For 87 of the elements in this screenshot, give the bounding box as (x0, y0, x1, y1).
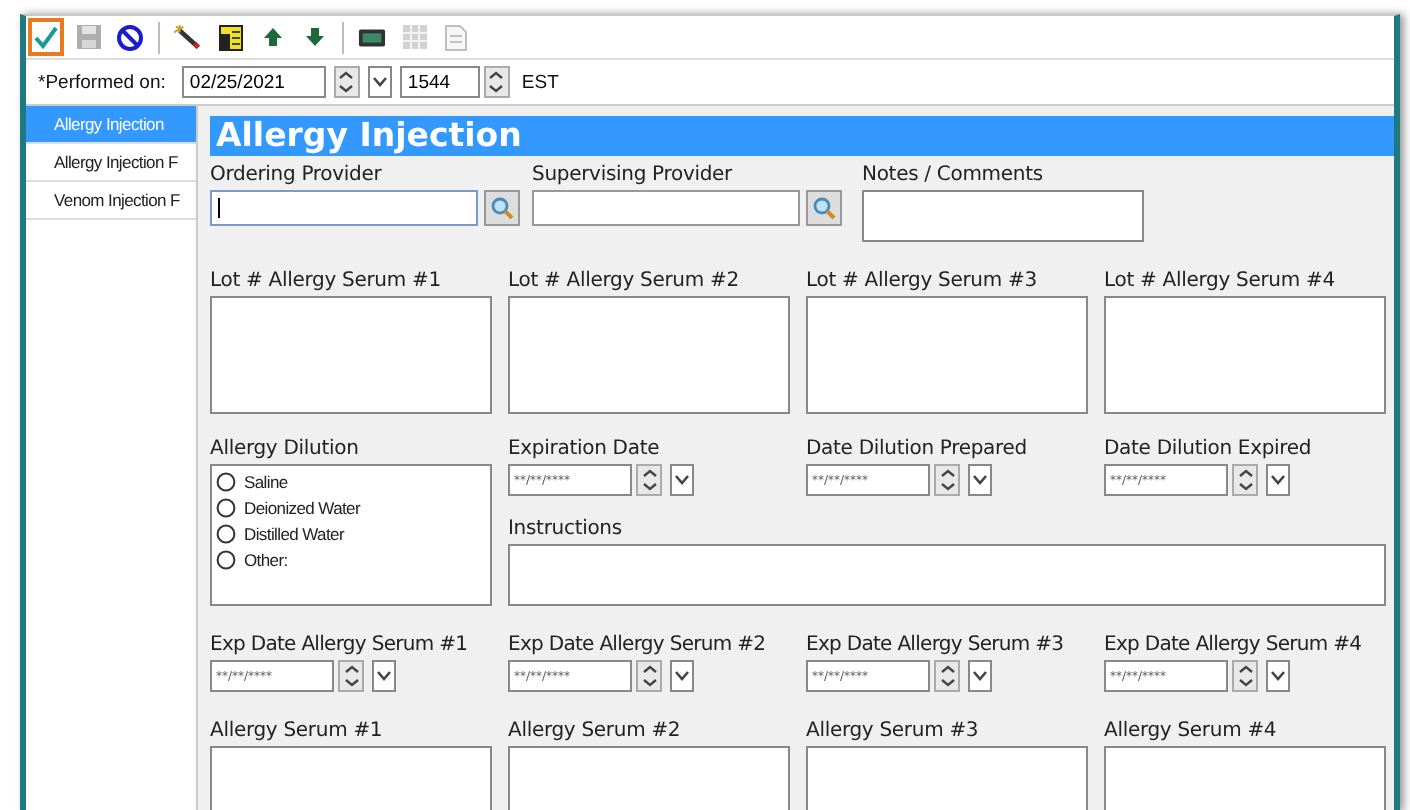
chevron-down-icon (376, 670, 392, 682)
spin-button[interactable] (333, 66, 360, 98)
text-area[interactable] (806, 296, 1088, 414)
form-title: Allergy Injection (210, 116, 1394, 156)
chevron-down-icon (1270, 474, 1286, 486)
dropdown-button[interactable] (968, 464, 992, 496)
chevron-down-icon (371, 76, 388, 88)
spin-button[interactable] (934, 660, 960, 692)
field-label: Allergy Dilution (210, 438, 361, 460)
chevron-down-icon (674, 474, 690, 486)
date-field[interactable]: 02/25/2021 (181, 66, 326, 98)
radio-option[interactable]: Other: (216, 546, 486, 572)
search-button[interactable] (806, 190, 842, 226)
provider-field[interactable] (210, 190, 478, 226)
field-label: Notes / Comments (862, 164, 1045, 186)
sidebar-item[interactable]: Venom Injection F (26, 182, 196, 220)
spin-button[interactable] (1232, 660, 1258, 692)
search-icon (812, 196, 836, 220)
field-label: Allergy Serum #3 (806, 720, 981, 742)
chevron-down-icon (674, 670, 690, 682)
spin-button[interactable] (1232, 464, 1258, 496)
spin-button[interactable] (636, 660, 662, 692)
spin-button[interactable] (934, 464, 960, 496)
field-label: Date Dilution Expired (1104, 438, 1314, 460)
text-area[interactable] (210, 296, 492, 414)
keypad-icon (358, 25, 386, 49)
text-area[interactable] (508, 296, 790, 414)
notes-field[interactable] (862, 190, 1144, 242)
instructions-field[interactable] (508, 543, 1386, 605)
dropdown-button[interactable] (1266, 660, 1290, 692)
dropdown-button[interactable] (372, 660, 396, 692)
field-label: Allergy Serum #1 (210, 720, 385, 742)
dropdown-button[interactable] (367, 66, 392, 98)
spin-button[interactable] (483, 66, 510, 98)
spin-button[interactable] (338, 660, 364, 692)
chevron-down-icon (972, 474, 988, 486)
dropdown-button[interactable] (968, 660, 992, 692)
text-area[interactable] (1104, 296, 1386, 414)
field-label: Exp Date Allergy Serum #3 (806, 634, 1066, 656)
field-label: Lot # Allergy Serum #2 (508, 270, 741, 292)
arrow-down-icon (303, 26, 325, 48)
up-down-icon (939, 468, 955, 492)
field-label: Allergy Serum #2 (508, 720, 683, 742)
field-label: Exp Date Allergy Serum #2 (508, 634, 768, 656)
field-label: Instructions (508, 517, 624, 539)
field-label: Ordering Provider (210, 164, 384, 186)
timezone-label: EST (521, 71, 559, 93)
field-label: Exp Date Allergy Serum #4 (1104, 634, 1364, 656)
up-down-icon (488, 70, 505, 94)
arrow-up-icon (261, 26, 283, 48)
search-icon (490, 196, 514, 220)
dropdown-button[interactable] (670, 660, 694, 692)
wand-icon (174, 23, 202, 51)
field-label: Lot # Allergy Serum #1 (210, 270, 443, 292)
grid-icon (401, 24, 427, 50)
up-down-icon (343, 664, 359, 688)
save-icon (75, 24, 101, 50)
radio-option[interactable]: Deionized Water (216, 494, 486, 520)
field-label: Lot # Allergy Serum #3 (806, 270, 1039, 292)
sidebar-item[interactable]: Allergy Injection F (26, 144, 196, 182)
field-label: Supervising Provider (532, 164, 735, 186)
radio-option[interactable]: Distilled Water (216, 520, 486, 546)
notepad-icon (217, 23, 243, 51)
radio-option[interactable]: Saline (216, 468, 486, 494)
up-down-icon (1237, 468, 1253, 492)
time-field[interactable]: 1544 (399, 66, 480, 98)
chevron-down-icon (972, 670, 988, 682)
document-icon (444, 23, 468, 51)
field-label: Allergy Serum #4 (1104, 720, 1279, 742)
up-down-icon (1237, 664, 1253, 688)
up-down-icon (338, 70, 355, 94)
prohibited-icon (116, 23, 144, 51)
up-down-icon (641, 468, 657, 492)
field-label: Date Dilution Prepared (806, 438, 1029, 460)
up-down-icon (641, 664, 657, 688)
search-button[interactable] (484, 190, 520, 226)
field-label: Exp Date Allergy Serum #1 (210, 634, 470, 656)
dropdown-button[interactable] (670, 464, 694, 496)
field-label: *Performed on: (38, 71, 166, 93)
field-label: Lot # Allergy Serum #4 (1104, 270, 1337, 292)
dropdown-button[interactable] (1266, 464, 1290, 496)
spin-button[interactable] (636, 464, 662, 496)
field-label: Expiration Date (508, 438, 662, 460)
checkmark-icon (32, 23, 60, 51)
chevron-down-icon (1270, 670, 1286, 682)
provider-field[interactable] (532, 190, 800, 226)
up-down-icon (939, 664, 955, 688)
